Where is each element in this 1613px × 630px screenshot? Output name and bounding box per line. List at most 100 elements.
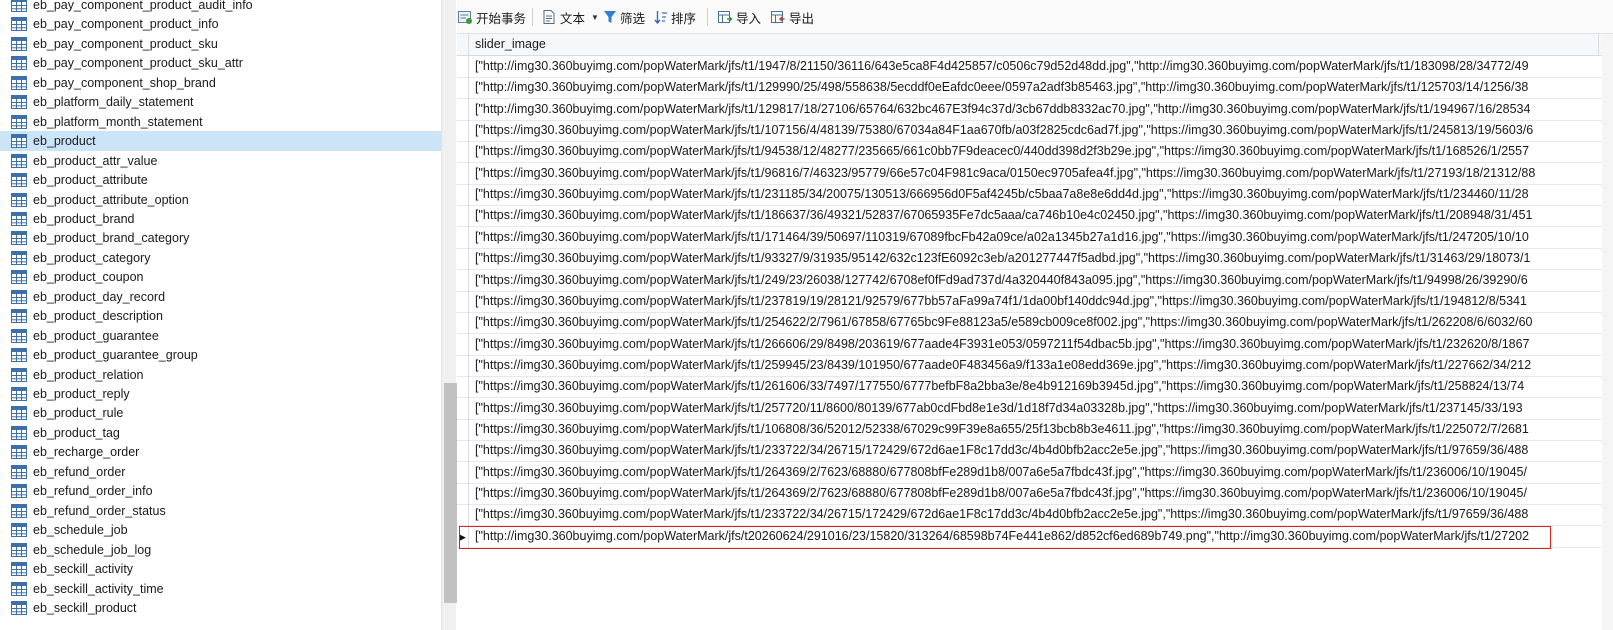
sidebar-item-eb-product-guarantee[interactable]: eb_product_guarantee bbox=[0, 326, 441, 346]
slider-image-cell[interactable]: ["http://img30.360buyimg.com/popWaterMar… bbox=[475, 80, 1600, 96]
table-row[interactable]: ["https://img30.360buyimg.com/popWaterMa… bbox=[457, 504, 1602, 527]
row-indicator[interactable] bbox=[457, 418, 469, 441]
slider-image-cell[interactable]: ["https://img30.360buyimg.com/popWaterMa… bbox=[475, 230, 1600, 246]
slider-image-cell[interactable]: ["https://img30.360buyimg.com/popWaterMa… bbox=[475, 208, 1600, 224]
row-indicator[interactable] bbox=[457, 162, 469, 185]
table-row[interactable]: ["https://img30.360buyimg.com/popWaterMa… bbox=[457, 312, 1602, 335]
slider-image-cell[interactable]: ["https://img30.360buyimg.com/popWaterMa… bbox=[475, 123, 1600, 139]
table-row[interactable]: ["https://img30.360buyimg.com/popWaterMa… bbox=[457, 440, 1602, 463]
slider-image-cell[interactable]: ["https://img30.360buyimg.com/popWaterMa… bbox=[475, 337, 1600, 353]
slider-image-cell[interactable]: ["https://img30.360buyimg.com/popWaterMa… bbox=[475, 379, 1600, 395]
sidebar-item-eb-pay-component-product-audit-info[interactable]: eb_pay_component_product_audit_info bbox=[0, 0, 441, 15]
sidebar-item-eb-platform-month-statement[interactable]: eb_platform_month_statement bbox=[0, 112, 441, 132]
table-row[interactable]: ["http://img30.360buyimg.com/popWaterMar… bbox=[457, 56, 1602, 78]
slider-image-cell[interactable]: ["https://img30.360buyimg.com/popWaterMa… bbox=[475, 273, 1600, 289]
sidebar-item-eb-product[interactable]: eb_product bbox=[0, 131, 441, 152]
filter-button[interactable]: 筛选 bbox=[603, 7, 645, 27]
table-row[interactable]: ["https://img30.360buyimg.com/popWaterMa… bbox=[457, 290, 1602, 313]
row-indicator[interactable] bbox=[457, 205, 469, 228]
slider-image-cell[interactable]: ["http://img30.360buyimg.com/popWaterMar… bbox=[475, 102, 1600, 118]
slider-image-cell[interactable]: ["http://img30.360buyimg.com/popWaterMar… bbox=[475, 59, 1600, 75]
sidebar-item-eb-product-description[interactable]: eb_product_description bbox=[0, 306, 441, 326]
row-indicator[interactable] bbox=[457, 504, 469, 527]
table-row[interactable]: ["https://img30.360buyimg.com/popWaterMa… bbox=[457, 120, 1602, 143]
sort-button[interactable]: 排序 bbox=[654, 7, 696, 27]
sidebar-item-eb-product-day-record[interactable]: eb_product_day_record bbox=[0, 287, 441, 307]
grid-scrollbar[interactable] bbox=[1602, 34, 1613, 630]
sidebar-scrollbar-thumb[interactable] bbox=[444, 383, 457, 603]
table-row[interactable]: ["https://img30.360buyimg.com/popWaterMa… bbox=[457, 248, 1602, 271]
table-row-current[interactable]: ▶ ["http://img30.360buyimg.com/popWaterMa… bbox=[457, 525, 1602, 549]
table-row[interactable]: ["http://img30.360buyimg.com/popWaterMar… bbox=[457, 98, 1602, 121]
sidebar-item-eb-schedule-job[interactable]: eb_schedule_job bbox=[0, 520, 441, 540]
row-indicator[interactable] bbox=[457, 483, 469, 505]
sidebar-item-eb-pay-component-product-sku-attr[interactable]: eb_pay_component_product_sku_attr bbox=[0, 53, 441, 73]
export-button[interactable]: 导出 bbox=[770, 7, 814, 27]
row-indicator[interactable] bbox=[457, 290, 469, 313]
row-indicator[interactable] bbox=[457, 461, 469, 484]
slider-image-cell[interactable]: ["https://img30.360buyimg.com/popWaterMa… bbox=[475, 422, 1600, 438]
sidebar-item-eb-seckill-activity-time[interactable]: eb_seckill_activity_time bbox=[0, 579, 441, 599]
row-indicator[interactable] bbox=[457, 56, 469, 78]
slider-image-cell[interactable]: ["https://img30.360buyimg.com/popWaterMa… bbox=[475, 358, 1600, 374]
sidebar-item-eb-product-rule[interactable]: eb_product_rule bbox=[0, 403, 441, 423]
sidebar-item-eb-product-attribute[interactable]: eb_product_attribute bbox=[0, 170, 441, 190]
sidebar-item-eb-product-category[interactable]: eb_product_category bbox=[0, 248, 441, 268]
row-indicator[interactable] bbox=[457, 248, 469, 271]
table-row[interactable]: ["https://img30.360buyimg.com/popWaterMa… bbox=[457, 184, 1602, 207]
sidebar-item-eb-seckill-activity[interactable]: eb_seckill_activity bbox=[0, 559, 441, 579]
sidebar-item-eb-refund-order-status[interactable]: eb_refund_order_status bbox=[0, 501, 441, 521]
sidebar-item-eb-product-guarantee-group[interactable]: eb_product_guarantee_group bbox=[0, 345, 441, 365]
table-row[interactable]: ["https://img30.360buyimg.com/popWaterMa… bbox=[457, 376, 1602, 399]
row-indicator[interactable] bbox=[457, 77, 469, 100]
row-indicator[interactable] bbox=[457, 184, 469, 207]
sidebar-item-eb-product-relation[interactable]: eb_product_relation bbox=[0, 365, 441, 385]
row-indicator[interactable] bbox=[457, 226, 469, 249]
slider-image-cell[interactable]: ["https://img30.360buyimg.com/popWaterMa… bbox=[475, 144, 1600, 160]
text-view-button[interactable]: 文本 ▼ bbox=[541, 7, 599, 27]
sidebar-item-eb-schedule-job-log[interactable]: eb_schedule_job_log bbox=[0, 540, 441, 560]
slider-image-cell[interactable]: ["https://img30.360buyimg.com/popWaterMa… bbox=[475, 486, 1600, 502]
column-header-slider-image[interactable]: slider_image bbox=[475, 37, 546, 51]
table-row[interactable]: ["https://img30.360buyimg.com/popWaterMa… bbox=[457, 226, 1602, 249]
sidebar-item-eb-product-coupon[interactable]: eb_product_coupon bbox=[0, 267, 441, 287]
table-row[interactable]: ["https://img30.360buyimg.com/popWaterMa… bbox=[457, 354, 1602, 377]
row-indicator[interactable] bbox=[457, 333, 469, 356]
table-row[interactable]: ["https://img30.360buyimg.com/popWaterMa… bbox=[457, 397, 1602, 420]
table-row[interactable]: ["https://img30.360buyimg.com/popWaterMa… bbox=[457, 162, 1602, 185]
row-indicator[interactable] bbox=[457, 269, 469, 292]
table-row[interactable]: ["https://img30.360buyimg.com/popWaterMa… bbox=[457, 141, 1602, 164]
sidebar-item-eb-pay-component-product-info[interactable]: eb_pay_component_product_info bbox=[0, 14, 441, 34]
table-row[interactable]: ["https://img30.360buyimg.com/popWaterMa… bbox=[457, 418, 1602, 441]
slider-image-cell[interactable]: ["http://img30.360buyimg.com/popWaterMar… bbox=[475, 529, 1600, 545]
table-row[interactable]: ["https://img30.360buyimg.com/popWaterMa… bbox=[457, 461, 1602, 484]
sidebar-item-eb-product-reply[interactable]: eb_product_reply bbox=[0, 384, 441, 404]
row-indicator[interactable] bbox=[457, 98, 469, 121]
begin-transaction-button[interactable]: 开始事务 bbox=[457, 7, 526, 27]
table-row[interactable]: ["https://img30.360buyimg.com/popWaterMa… bbox=[457, 205, 1602, 228]
slider-image-cell[interactable]: ["https://img30.360buyimg.com/popWaterMa… bbox=[475, 294, 1600, 310]
slider-image-cell[interactable]: ["https://img30.360buyimg.com/popWaterMa… bbox=[475, 443, 1600, 459]
table-row[interactable]: ["https://img30.360buyimg.com/popWaterMa… bbox=[457, 269, 1602, 292]
sidebar-item-eb-product-brand-category[interactable]: eb_product_brand_category bbox=[0, 228, 441, 248]
sidebar-item-eb-seckill-product[interactable]: eb_seckill_product bbox=[0, 598, 441, 618]
slider-image-cell[interactable]: ["https://img30.360buyimg.com/popWaterMa… bbox=[475, 251, 1600, 267]
table-row[interactable]: ["https://img30.360buyimg.com/popWaterMa… bbox=[457, 333, 1602, 356]
column-divider[interactable] bbox=[1598, 34, 1599, 56]
sidebar-item-eb-pay-component-shop-brand[interactable]: eb_pay_component_shop_brand bbox=[0, 73, 441, 93]
sidebar-item-eb-refund-order-info[interactable]: eb_refund_order_info bbox=[0, 481, 441, 501]
table-row[interactable]: ["http://img30.360buyimg.com/popWaterMar… bbox=[457, 77, 1602, 100]
slider-image-cell[interactable]: ["https://img30.360buyimg.com/popWaterMa… bbox=[475, 166, 1600, 182]
slider-image-cell[interactable]: ["https://img30.360buyimg.com/popWaterMa… bbox=[475, 401, 1600, 417]
import-button[interactable]: 导入 bbox=[717, 7, 761, 27]
table-row[interactable]: ["https://img30.360buyimg.com/popWaterMa… bbox=[457, 483, 1602, 505]
row-indicator[interactable] bbox=[457, 312, 469, 335]
row-indicator[interactable] bbox=[457, 397, 469, 420]
row-indicator[interactable] bbox=[457, 120, 469, 143]
row-indicator[interactable] bbox=[457, 440, 469, 463]
sidebar-item-eb-product-attr-value[interactable]: eb_product_attr_value bbox=[0, 151, 441, 171]
row-indicator[interactable] bbox=[457, 376, 469, 399]
row-indicator[interactable] bbox=[457, 141, 469, 164]
slider-image-cell[interactable]: ["https://img30.360buyimg.com/popWaterMa… bbox=[475, 465, 1600, 481]
sidebar-item-eb-pay-component-product-sku[interactable]: eb_pay_component_product_sku bbox=[0, 34, 441, 54]
